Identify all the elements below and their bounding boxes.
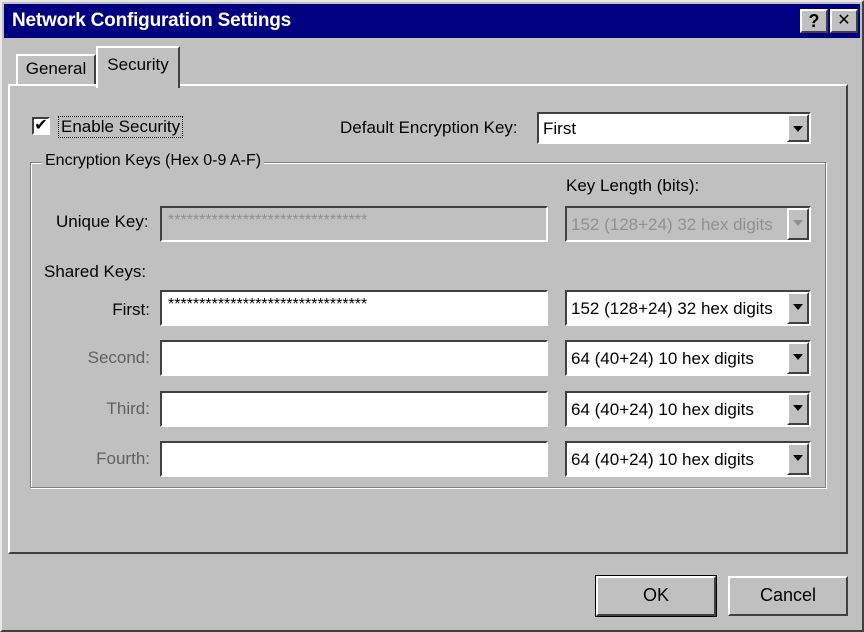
chevron-down-icon[interactable] [787,393,809,425]
unique-key-input: ******************************** [160,206,548,242]
close-button[interactable]: ✕ [830,9,858,33]
ok-button[interactable]: OK [595,575,717,617]
shared-key-fourth-length-value: 64 (40+24) 10 hex digits [571,450,754,469]
unique-key-label: Unique Key: [56,212,149,231]
default-key-value: First [543,119,577,138]
help-button[interactable]: ? [800,9,828,33]
window-title: Network Configuration Settings [12,10,292,31]
shared-key-fourth-length-select[interactable]: 64 (40+24) 10 hex digits [565,441,811,477]
shared-key-third-label: Third: [106,399,150,418]
encryption-keys-title: Encryption Keys (Hex 0-9 A-F) [42,152,265,170]
shared-key-second-label: Second: [87,348,150,367]
key-length-label: Key Length (bits): [566,176,700,195]
chevron-down-icon[interactable] [787,342,809,374]
enable-security-label[interactable]: Enable Security [58,116,184,138]
cancel-button[interactable]: Cancel [728,576,848,616]
unique-key-length-value: 152 (128+24) 32 hex digits [571,215,773,234]
shared-key-third-length-value: 64 (40+24) 10 hex digits [571,400,754,419]
shared-key-third-input[interactable] [160,391,548,427]
chevron-down-icon[interactable] [787,443,809,475]
shared-key-fourth-input[interactable] [160,441,548,477]
chevron-down-icon [787,208,809,240]
shared-key-fourth-label: Fourth: [96,449,150,468]
shared-key-first-label: First: [112,300,150,319]
shared-key-third-length-select[interactable]: 64 (40+24) 10 hex digits [565,391,811,427]
chevron-down-icon[interactable] [787,114,809,142]
shared-key-second-input[interactable] [160,340,548,376]
title-bar[interactable]: Network Configuration Settings ? ✕ [4,4,860,38]
tab-security[interactable]: Security [96,46,180,88]
unique-key-length-select: 152 (128+24) 32 hex digits [565,206,811,242]
shared-key-first-input[interactable]: ******************************** [160,290,548,326]
enable-security-checkbox[interactable]: ✔ [32,117,50,135]
chevron-down-icon[interactable] [787,292,809,324]
shared-keys-label: Shared Keys: [44,262,147,281]
default-key-label: Default Encryption Key: [340,118,518,137]
shared-key-second-length-select[interactable]: 64 (40+24) 10 hex digits [565,340,811,376]
shared-key-first-length-value: 152 (128+24) 32 hex digits [571,299,773,318]
shared-key-second-length-value: 64 (40+24) 10 hex digits [571,349,754,368]
default-key-select[interactable]: First [537,112,811,144]
shared-key-first-length-select[interactable]: 152 (128+24) 32 hex digits [565,290,811,326]
tab-general[interactable]: General [16,54,96,84]
